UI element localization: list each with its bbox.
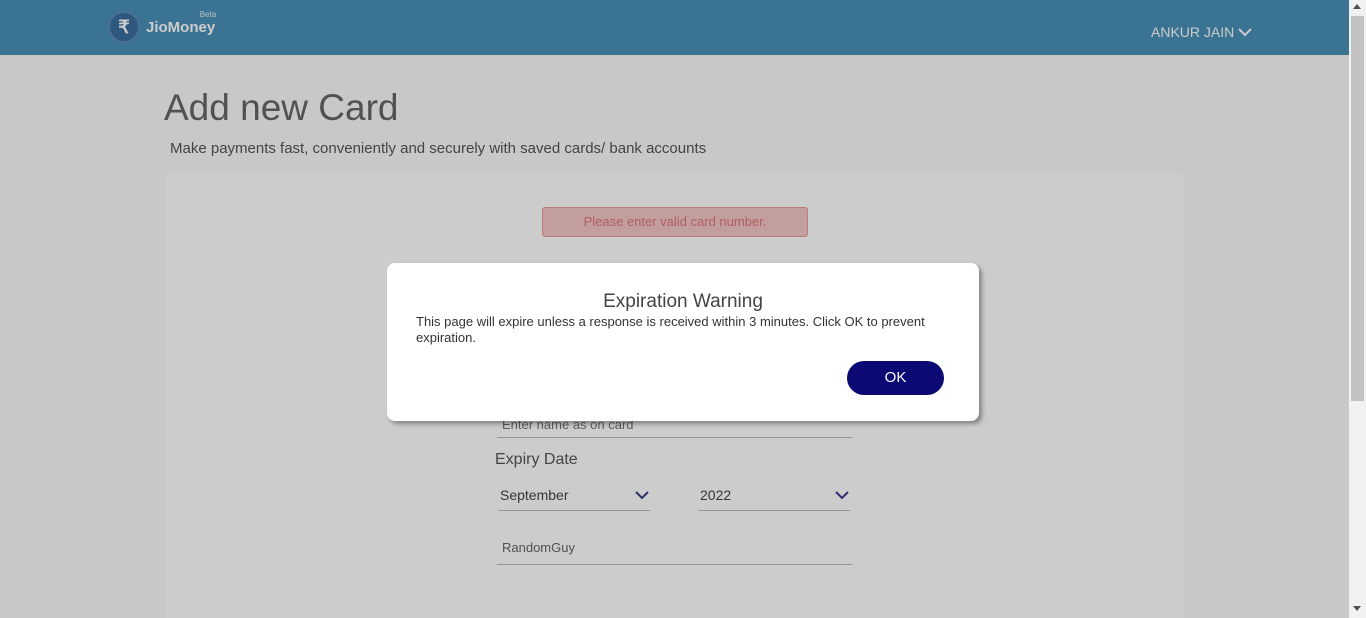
dialog-message: This page will expire unless a response … bbox=[416, 314, 925, 345]
dialog-title: Expiration Warning bbox=[603, 291, 763, 312]
scroll-down-arrow-icon[interactable] bbox=[1353, 606, 1361, 611]
ok-button[interactable]: OK bbox=[847, 361, 944, 395]
vertical-scrollbar[interactable] bbox=[1349, 0, 1366, 618]
scroll-up-arrow-icon[interactable] bbox=[1353, 4, 1361, 9]
expiration-warning-dialog: Expiration Warning This page will expire… bbox=[387, 263, 979, 421]
scroll-thumb[interactable] bbox=[1351, 16, 1364, 401]
